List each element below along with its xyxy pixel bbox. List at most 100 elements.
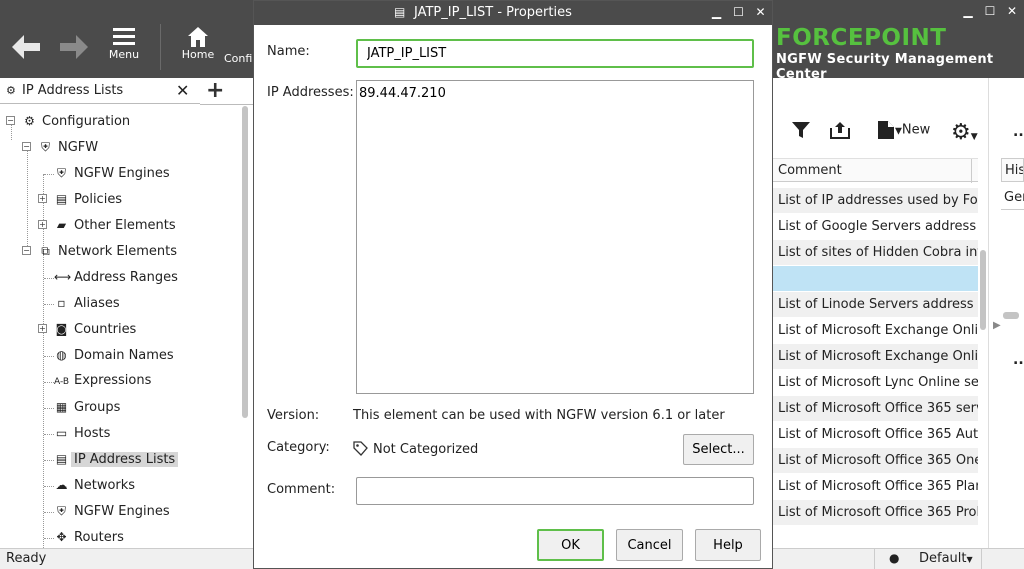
table-row[interactable]: List of Microsoft Office 365 ProP... (773, 500, 978, 526)
tree-node-countries[interactable]: ◙ Countries (54, 318, 139, 340)
expand-toggle[interactable]: + (38, 194, 47, 203)
table-row[interactable]: List of Linode Servers address r... (773, 292, 978, 318)
name-label: Name: (267, 44, 310, 59)
tree-node-other-elements[interactable]: ▰ Other Elements (54, 214, 179, 236)
table-row[interactable]: List of IP addresses used by Fo... (773, 188, 978, 214)
close-icon[interactable]: ✕ (1006, 4, 1018, 18)
list-icon: ▤ (55, 452, 68, 466)
table-row[interactable]: List of Microsoft Exchange Onli... (773, 318, 978, 344)
expand-toggle[interactable]: + (38, 220, 47, 229)
column-header-comment[interactable]: Comment (773, 158, 978, 183)
list-toolbar: ▼New ⚙▼ (773, 108, 998, 152)
shield-icon: ⛨ (56, 166, 66, 180)
shield-icon: ⛨ (56, 504, 66, 518)
minimize-icon[interactable]: ▁ (711, 5, 722, 19)
tree-node-expressions[interactable]: A-B Expressions (54, 370, 154, 392)
tree-node-networks[interactable]: ☁ Networks (54, 474, 138, 496)
forward-button[interactable] (58, 34, 90, 60)
element-list-panel: ▼New ⚙▼ .. Comment Hist Ger List of IP a… (773, 78, 1024, 548)
document-icon: ▤ (394, 5, 406, 19)
home-button[interactable]: Home (180, 26, 216, 61)
configuration-label: Confi (224, 52, 253, 65)
comment-label: Comment: (267, 482, 336, 497)
grid-icon: ▦ (55, 400, 68, 414)
tree-node-aliases[interactable]: ▫ Aliases (54, 292, 123, 314)
column-header-history[interactable]: Hist (1001, 158, 1024, 182)
comment-field[interactable] (356, 477, 754, 505)
home-label: Home (181, 48, 215, 61)
collapse-toggle[interactable]: − (6, 116, 15, 125)
dialog-titlebar[interactable]: ▤ JATP_IP_LIST - Properties ▁ ☐ ✕ (254, 1, 772, 25)
help-button[interactable]: Help (695, 529, 761, 561)
dialog-title: JATP_IP_LIST - Properties (414, 5, 572, 20)
select-category-button[interactable]: Select... (683, 434, 754, 465)
ok-button[interactable]: OK (537, 529, 604, 561)
tree-node-ngfw-engines-2[interactable]: ⛨ NGFW Engines (54, 500, 173, 522)
tree-node-configuration[interactable]: ⚙ Configuration (22, 110, 133, 132)
profile-label: Default (919, 551, 967, 566)
name-field[interactable] (356, 39, 754, 68)
close-icon[interactable]: ✕ (176, 81, 189, 100)
close-icon[interactable]: ✕ (755, 5, 766, 19)
tree-node-ngfw[interactable]: ⛨ NGFW (38, 136, 101, 158)
arrow-right-icon (60, 35, 88, 59)
tree-node-address-ranges[interactable]: ⟷ Address Ranges (54, 266, 181, 288)
table-row[interactable]: List of sites of Hidden Cobra inf... (773, 240, 978, 266)
menu-button[interactable]: Menu (106, 26, 142, 61)
tree-scrollbar[interactable] (242, 106, 248, 418)
table-row[interactable]: List of Microsoft Lync Online se... (773, 370, 978, 396)
list-scrollbar[interactable] (980, 250, 986, 330)
chevron-down-icon: ▼ (966, 555, 973, 564)
table-row[interactable]: List of Microsoft Exchange Onli... (773, 344, 978, 370)
side-scrollbar[interactable] (1003, 312, 1019, 319)
new-button[interactable]: ▼New (877, 120, 930, 140)
table-row[interactable]: List of Google Servers address ... (773, 214, 978, 240)
list-icon: ▤ (55, 192, 68, 206)
range-icon: ⟷ (54, 270, 72, 284)
expand-right-icon[interactable]: ▶ (993, 320, 1001, 331)
gear-icon[interactable]: ⚙▼ (951, 120, 978, 145)
collapse-toggle[interactable]: − (22, 246, 31, 255)
maximize-icon[interactable]: ☐ (733, 5, 744, 19)
tree-node-domain-names[interactable]: ◍ Domain Names (54, 344, 177, 366)
table-row-selected[interactable] (773, 266, 978, 292)
profile-selector[interactable]: ● Default▼ (874, 549, 982, 569)
maximize-icon[interactable]: ☐ (984, 4, 996, 18)
more-options-icon[interactable]: .. (1013, 352, 1024, 368)
tree-node-routers[interactable]: ✥ Routers (54, 526, 127, 548)
tree-node-groups[interactable]: ▦ Groups (54, 396, 123, 418)
more-options-icon[interactable]: .. (1013, 124, 1024, 140)
table-row[interactable]: List of Microsoft Office 365 Plan... (773, 474, 978, 500)
tree-node-ngfw-engines[interactable]: ⛨ NGFW Engines (54, 162, 173, 184)
ip-addresses-field[interactable]: 89.44.47.210 (356, 80, 754, 394)
collapse-toggle[interactable]: − (22, 142, 31, 151)
export-icon[interactable] (829, 120, 851, 145)
tree-node-ip-address-lists[interactable]: ▤ IP Address Lists (54, 448, 179, 470)
table-row[interactable]: List of Microsoft Office 365 One... (773, 448, 978, 474)
globe-icon: ◍ (56, 348, 67, 362)
tree-node-hosts[interactable]: ▭ Hosts (54, 422, 113, 444)
back-button[interactable] (10, 34, 42, 60)
category-value: Not Categorized (373, 442, 479, 457)
table-row[interactable]: List of Microsoft Office 365 Auth... (773, 422, 978, 448)
new-document-icon (878, 121, 894, 139)
filter-icon[interactable] (791, 120, 811, 145)
cancel-button[interactable]: Cancel (616, 529, 683, 561)
expand-toggle[interactable]: + (38, 324, 47, 333)
tag-icon (353, 441, 368, 460)
tab-general[interactable]: Ger (1001, 186, 1024, 210)
network-icon: ⧉ (41, 244, 50, 258)
gears-icon: ⚙ (6, 84, 16, 97)
toolbar-divider (160, 24, 161, 70)
tree-node-policies[interactable]: ▤ Policies (54, 188, 125, 210)
add-tab-button[interactable]: + (206, 78, 224, 103)
tab-ip-address-lists[interactable]: ⚙ IP Address Lists ✕ (0, 78, 200, 104)
alias-icon: ▫ (57, 296, 66, 310)
menu-label: Menu (108, 48, 140, 61)
gears-icon: ⚙ (24, 114, 35, 128)
tree-node-network-elements[interactable]: ⧉ Network Elements (38, 240, 180, 262)
configuration-button[interactable]: Confi (224, 52, 254, 65)
table-row[interactable]: List of Microsoft Office 365 serv... (773, 396, 978, 422)
properties-dialog: ▤ JATP_IP_LIST - Properties ▁ ☐ ✕ Name: … (253, 0, 773, 569)
minimize-icon[interactable]: ▁ (962, 4, 974, 18)
